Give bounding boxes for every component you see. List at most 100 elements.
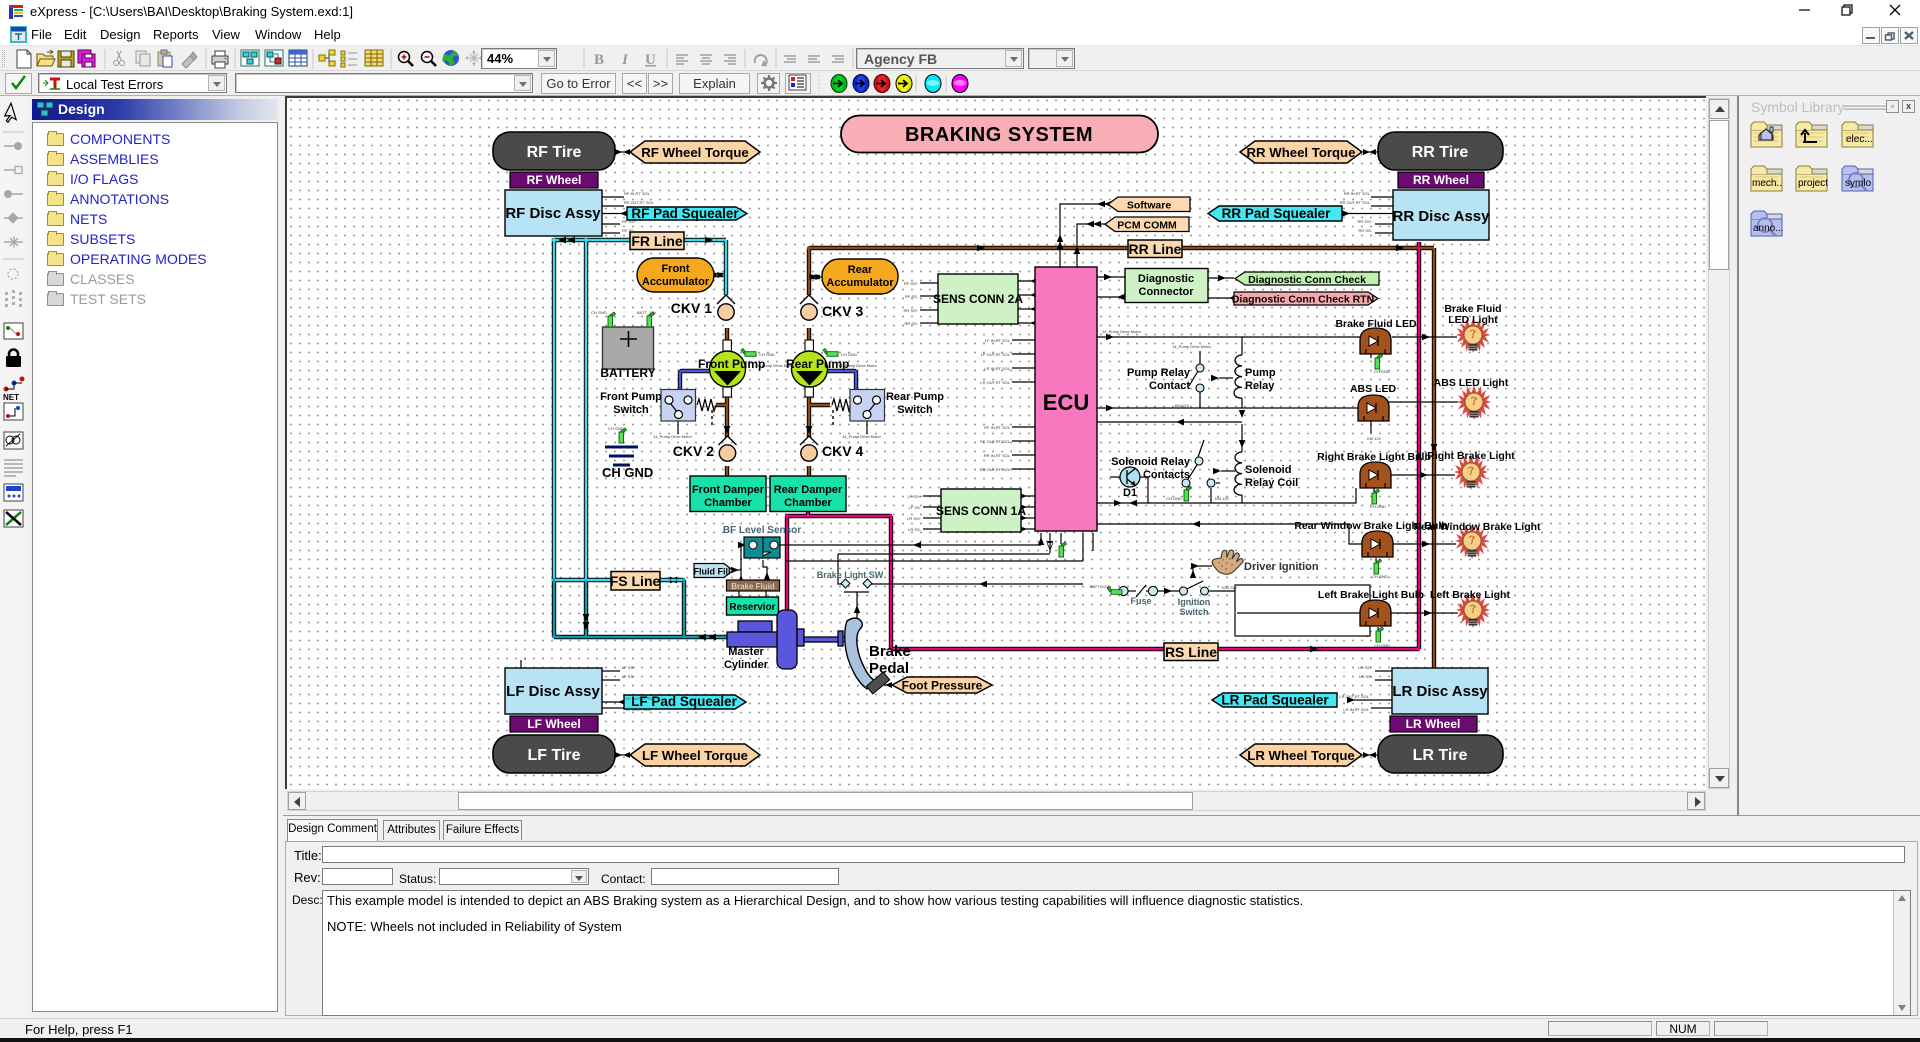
- svg-text:LR SS-: LR SS-: [1359, 674, 1373, 679]
- svg-text:Fluid Fill: Fluid Fill: [694, 567, 731, 577]
- svg-text:Connector: Connector: [1139, 286, 1195, 298]
- svg-text:CH GND: CH GND: [602, 465, 653, 480]
- svg-text:Left Brake Light: Left Brake Light: [1430, 589, 1510, 601]
- svg-text:elec...: elec...: [1846, 134, 1873, 145]
- svg-text:RF OUT,RT SOL: RF OUT,RT SOL: [980, 439, 1011, 444]
- svg-text:Accumulator: Accumulator: [826, 277, 894, 289]
- svg-text:LF Disc Assy: LF Disc Assy: [506, 683, 600, 700]
- svg-text:D1: D1: [1123, 487, 1137, 499]
- svg-text:Master: Master: [728, 646, 764, 658]
- svg-text:Front Pump: Front Pump: [600, 391, 662, 403]
- svg-text:CH GND: CH GND: [1166, 496, 1182, 501]
- svg-text:RR Disc Assy: RR Disc Assy: [1393, 208, 1491, 225]
- svg-text:BATT_12V: BATT_12V: [637, 310, 657, 315]
- svg-text:CKV 3: CKV 3: [822, 303, 863, 319]
- svg-text:Ignition: Ignition: [1178, 597, 1211, 607]
- svg-text:LR SS-: LR SS-: [908, 527, 922, 532]
- svg-text:Accumulator: Accumulator: [642, 276, 710, 288]
- svg-text:LF SS+: LF SS+: [622, 665, 636, 670]
- svg-text:LF OUT,RT SOL: LF OUT,RT SOL: [626, 696, 656, 701]
- svg-text:RR SS-: RR SS-: [1358, 228, 1372, 233]
- svg-text:LR IN,RT SOL: LR IN,RT SOL: [984, 366, 1010, 371]
- svg-text:project: project: [1798, 178, 1828, 189]
- svg-text:LF Wheel: LF Wheel: [527, 717, 580, 731]
- svg-text:LR Pad Squealer: LR Pad Squealer: [1221, 693, 1329, 708]
- svg-text:CH GND: CH GND: [1372, 574, 1388, 579]
- svg-text:CH GND: CH GND: [759, 352, 775, 357]
- svg-text:RR Wheel: RR Wheel: [1413, 173, 1469, 187]
- svg-text:Right Brake Light Bulb: Right Brake Light Bulb: [1317, 451, 1431, 463]
- svg-text:LR Wheel Torque: LR Wheel Torque: [1247, 748, 1354, 763]
- svg-text:RR Wheel Torque: RR Wheel Torque: [1247, 145, 1356, 160]
- svg-text:Driver Ignition: Driver Ignition: [1244, 561, 1319, 573]
- svg-text:Cylinder: Cylinder: [724, 659, 769, 671]
- svg-text:RR SS-: RR SS-: [904, 321, 918, 326]
- svg-text:Relay: Relay: [1245, 380, 1275, 392]
- svg-text:Brake Fluid: Brake Fluid: [731, 582, 775, 591]
- svg-text:CH GND: CH GND: [841, 352, 857, 357]
- svg-text:LR IN,RT SOL: LR IN,RT SOL: [1343, 707, 1369, 712]
- svg-text:CH GND: CH GND: [1374, 369, 1390, 374]
- svg-text:RF SS+: RF SS+: [904, 281, 919, 286]
- svg-text:RR OUT,RT SOL: RR OUT,RT SOL: [980, 467, 1011, 472]
- svg-text:Chamber: Chamber: [704, 497, 752, 509]
- svg-text:LF SS-: LF SS-: [622, 674, 635, 679]
- svg-text:RF Pad Squealer: RF Pad Squealer: [631, 206, 739, 221]
- svg-text:RR Tire: RR Tire: [1412, 144, 1469, 161]
- svg-text:Solenoid Relay: Solenoid Relay: [1111, 456, 1191, 468]
- svg-text:1: 1: [524, 656, 527, 661]
- svg-text:RF IN,RT SOL: RF IN,RT SOL: [624, 191, 651, 196]
- svg-text:LF IN,RT SOL: LF IN,RT SOL: [626, 707, 652, 712]
- svg-text:14_Pump Drive Motor: 14_Pump Drive Motor: [755, 363, 795, 368]
- svg-text:LR Disc Assy: LR Disc Assy: [1392, 683, 1488, 700]
- svg-text:RF SS-: RF SS-: [622, 228, 636, 233]
- svg-text:RF SS+: RF SS+: [622, 219, 637, 224]
- svg-text:ECU: ECU: [1043, 390, 1089, 415]
- svg-text:NET: NET: [3, 393, 19, 402]
- svg-text:Switch: Switch: [1179, 607, 1208, 617]
- svg-text:Diagnostic Conn Check: Diagnostic Conn Check: [1248, 274, 1366, 286]
- svg-text:Fuse: Fuse: [1130, 596, 1151, 606]
- svg-text:LED Light: LED Light: [1448, 314, 1498, 326]
- svg-text:LF SS+: LF SS+: [908, 494, 922, 499]
- svg-text:LF OUT,RT SOL: LF OUT,RT SOL: [981, 352, 1011, 357]
- svg-text:BRAKING SYSTEM: BRAKING SYSTEM: [905, 124, 1093, 146]
- svg-text:Rear Window Brake Light: Rear Window Brake Light: [1413, 521, 1541, 533]
- svg-text:RF Wheel: RF Wheel: [527, 173, 582, 187]
- svg-text:Rear: Rear: [848, 264, 873, 276]
- svg-text:Switch: Switch: [897, 404, 933, 416]
- svg-text:Rear Damper: Rear Damper: [774, 484, 843, 496]
- svg-text:RR Pad Squealer: RR Pad Squealer: [1222, 206, 1332, 221]
- svg-text:Pump Relay: Pump Relay: [1127, 367, 1191, 379]
- svg-text:RR IN,RT SOL: RR IN,RT SOL: [984, 453, 1011, 458]
- svg-text:Relay Coil: Relay Coil: [1245, 477, 1298, 489]
- svg-text:anno...: anno...: [1753, 223, 1784, 234]
- svg-text:CH GND: CH GND: [591, 310, 607, 315]
- svg-text:RR Line: RR Line: [1129, 241, 1182, 257]
- svg-text:Chamber: Chamber: [784, 497, 832, 509]
- svg-text:B: B: [594, 52, 604, 68]
- svg-text:SENS CONN 2A: SENS CONN 2A: [933, 292, 1023, 306]
- svg-text:RR SS+: RR SS+: [903, 308, 918, 313]
- svg-text:Brake Light SW: Brake Light SW: [817, 570, 884, 580]
- svg-text:LF Tire: LF Tire: [527, 747, 580, 764]
- svg-text:Front Damper: Front Damper: [692, 484, 765, 496]
- svg-text:mech..: mech..: [1752, 178, 1782, 189]
- svg-text:LR OUT,RT SOL: LR OUT,RT SOL: [1339, 694, 1369, 699]
- svg-text:RF Wheel Torque: RF Wheel Torque: [641, 145, 748, 160]
- svg-text:RS Line: RS Line: [1165, 644, 1217, 660]
- svg-text:CKV 4: CKV 4: [822, 443, 863, 459]
- svg-text:Brake Fluid LED: Brake Fluid LED: [1335, 318, 1417, 330]
- svg-text:IGN SW: IGN SW: [1222, 585, 1237, 590]
- svg-text:PCM COMM: PCM COMM: [1117, 220, 1177, 232]
- svg-text:KM 12V: KM 12V: [1215, 496, 1230, 501]
- svg-text:Foot Pressure: Foot Pressure: [902, 679, 983, 693]
- svg-text:BF Level Sensor: BF Level Sensor: [723, 525, 801, 536]
- svg-text:RF IN,RT SOL: RF IN,RT SOL: [984, 425, 1011, 430]
- svg-text:Diagnostic Conn Check RTN: Diagnostic Conn Check RTN: [1232, 294, 1374, 306]
- svg-text:symlo: symlo: [1845, 178, 1872, 189]
- svg-text:KM 12V: KM 12V: [1367, 436, 1382, 441]
- svg-text:RF SS-: RF SS-: [905, 294, 919, 299]
- svg-text:ABS LED: ABS LED: [1350, 383, 1397, 395]
- svg-text:14_Pump Drive Motor: 14_Pump Drive Motor: [1102, 329, 1142, 334]
